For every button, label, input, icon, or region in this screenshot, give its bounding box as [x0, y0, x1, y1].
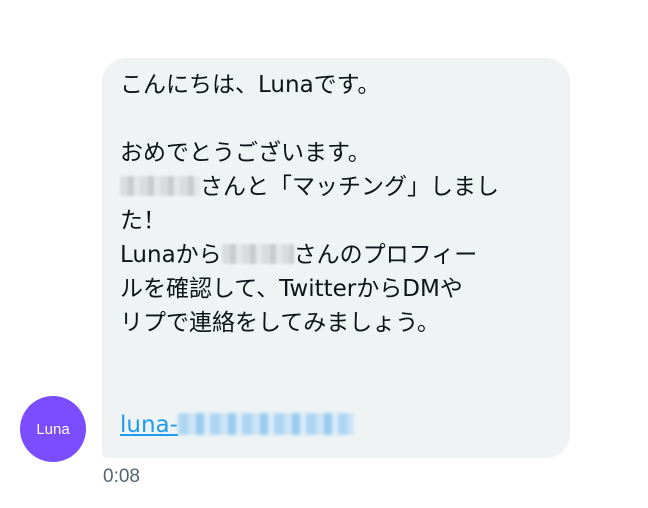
message-bubble[interactable]: こんにちは、Lunaです。 おめでとうございます。 さんと「マッチング」しまし …: [102, 58, 570, 458]
message-timestamp: 0:08: [103, 466, 140, 487]
avatar[interactable]: Luna: [20, 396, 86, 462]
message-line-profile-prefix: Lunaから: [120, 242, 222, 268]
message-line-match-end: た！: [120, 208, 166, 234]
avatar-label: Luna: [36, 420, 70, 438]
message-line-congrats: おめでとうございます。: [120, 140, 371, 166]
redacted-name: [120, 175, 200, 196]
message-line-match-text: さんと「マッチング」しまし: [200, 174, 499, 200]
message-line-profile: Lunaから さんのプロフィー: [120, 238, 552, 272]
message-link-prefix[interactable]: luna-: [120, 412, 178, 438]
message-line-greeting: こんにちは、Lunaです。: [120, 72, 381, 98]
message-link[interactable]: luna-: [120, 408, 354, 442]
redacted-link[interactable]: [177, 412, 354, 435]
message-line-match: さんと「マッチング」しまし: [120, 170, 552, 204]
redacted-name: [221, 243, 294, 264]
message-line-contact: ルを確認して、TwitterからDMや: [120, 276, 463, 302]
message-line-reply: リプで連絡をしてみましょう。: [120, 310, 440, 336]
message-line-profile-suffix: さんのプロフィー: [293, 242, 478, 268]
message-link-text[interactable]: luna-: [120, 412, 354, 438]
